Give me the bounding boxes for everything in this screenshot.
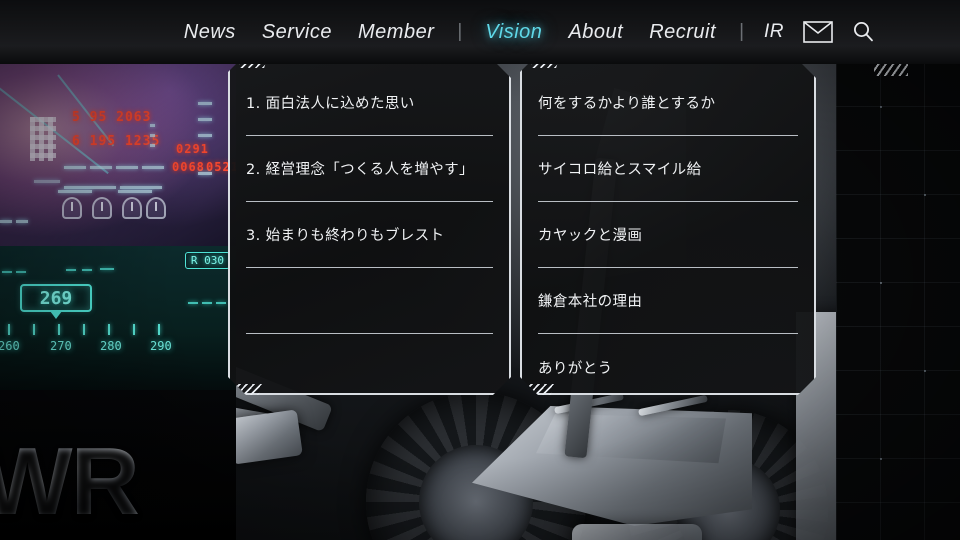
wordmark: WR	[0, 434, 140, 530]
hud-corner-readout: R 030	[184, 252, 230, 269]
hud-keypad	[30, 117, 56, 161]
main-navigation: News Service Member | Vision About Recru…	[171, 0, 884, 64]
mail-icon[interactable]	[794, 21, 842, 43]
cockpit-hud-upper: 5 95 2063 6 195 1235 0291 0068 0521	[0, 62, 236, 252]
vision-panel-left: 1. 面白法人に込めた思い 2. 経営理念「つくる人を増やす」 3. 始まりも終…	[228, 58, 511, 395]
nav-item-about[interactable]: About	[555, 21, 636, 44]
hud-tick-270: 270	[50, 339, 72, 353]
nav-item-vision[interactable]: Vision	[472, 21, 555, 44]
vision-panels: 1. 面白法人に込めた思い 2. 経営理念「つくる人を増やす」 3. 始まりも終…	[228, 58, 816, 395]
vision-list-left: 1. 面白法人に込めた思い 2. 経営理念「つくる人を増やす」 3. 始まりも終…	[246, 70, 493, 400]
nav-item-ir[interactable]: IR	[754, 21, 794, 43]
nav-separator-2: |	[739, 21, 744, 42]
hud-tick-280: 280	[100, 339, 122, 353]
list-item-label: サイコロ給とスマイル給	[538, 162, 702, 178]
list-item-empty	[246, 268, 493, 334]
nav-separator-1: |	[457, 21, 463, 42]
list-item-label: 2. 経営理念「つくる人を増やす」	[246, 162, 474, 178]
nav-item-recruit[interactable]: Recruit	[636, 21, 729, 44]
hud-red-readout-1: 5 95 2063	[72, 110, 152, 125]
list-item[interactable]: サイコロ給とスマイル給	[538, 136, 798, 202]
hud-red-readout-2: 6 195 1235	[72, 134, 161, 149]
corner-hatch-decor	[874, 62, 908, 76]
hud-right-readout-1: 0291	[176, 142, 209, 156]
list-item[interactable]: 1. 面白法人に込めた思い	[246, 70, 493, 136]
nav-item-news[interactable]: News	[171, 21, 249, 44]
list-item[interactable]: 何をするかより誰とするか	[538, 70, 798, 136]
search-icon[interactable]	[842, 20, 884, 44]
list-item-empty	[246, 334, 493, 400]
list-item-label: ありがとう	[538, 360, 613, 377]
list-item[interactable]: 鎌倉本社の理由	[538, 268, 798, 334]
nav-item-member[interactable]: Member	[345, 21, 447, 44]
vision-panel-right: 何をするかより誰とするか サイコロ給とスマイル給 カヤックと漫画 鎌倉本社の理由…	[520, 58, 816, 395]
app-root: 5 95 2063 6 195 1235 0291 0068 0521 R 03…	[0, 0, 960, 540]
list-item[interactable]: カヤックと漫画	[538, 202, 798, 268]
hud-tick-290: 290	[150, 339, 172, 353]
cockpit-hud-compass: R 030 269 260 270 280 290	[0, 246, 236, 396]
list-item[interactable]: ありがとう	[538, 334, 798, 400]
panel-corner-hatch-bottom-icon	[524, 384, 554, 396]
panel-corner-hatch-bottom-icon	[232, 384, 262, 396]
right-grid-panel	[836, 62, 960, 540]
list-item-label: 3. 始まりも終わりもブレスト	[246, 228, 445, 244]
vision-list-right: 何をするかより誰とするか サイコロ給とスマイル給 カヤックと漫画 鎌倉本社の理由…	[538, 70, 798, 400]
hud-tick-260: 260	[0, 339, 20, 353]
nav-item-service[interactable]: Service	[249, 21, 345, 44]
list-item-label: 何をするかより誰とするか	[538, 96, 716, 112]
list-item[interactable]: 3. 始まりも終わりもブレスト	[246, 202, 493, 268]
list-item-label: 鎌倉本社の理由	[538, 294, 643, 310]
list-item-label: 1. 面白法人に込めた思い	[246, 96, 415, 112]
site-header: News Service Member | Vision About Recru…	[0, 0, 960, 64]
hud-heading-value: 269	[20, 284, 92, 319]
list-item-label: カヤックと漫画	[538, 228, 643, 244]
list-item[interactable]: 2. 経営理念「つくる人を増やす」	[246, 136, 493, 202]
